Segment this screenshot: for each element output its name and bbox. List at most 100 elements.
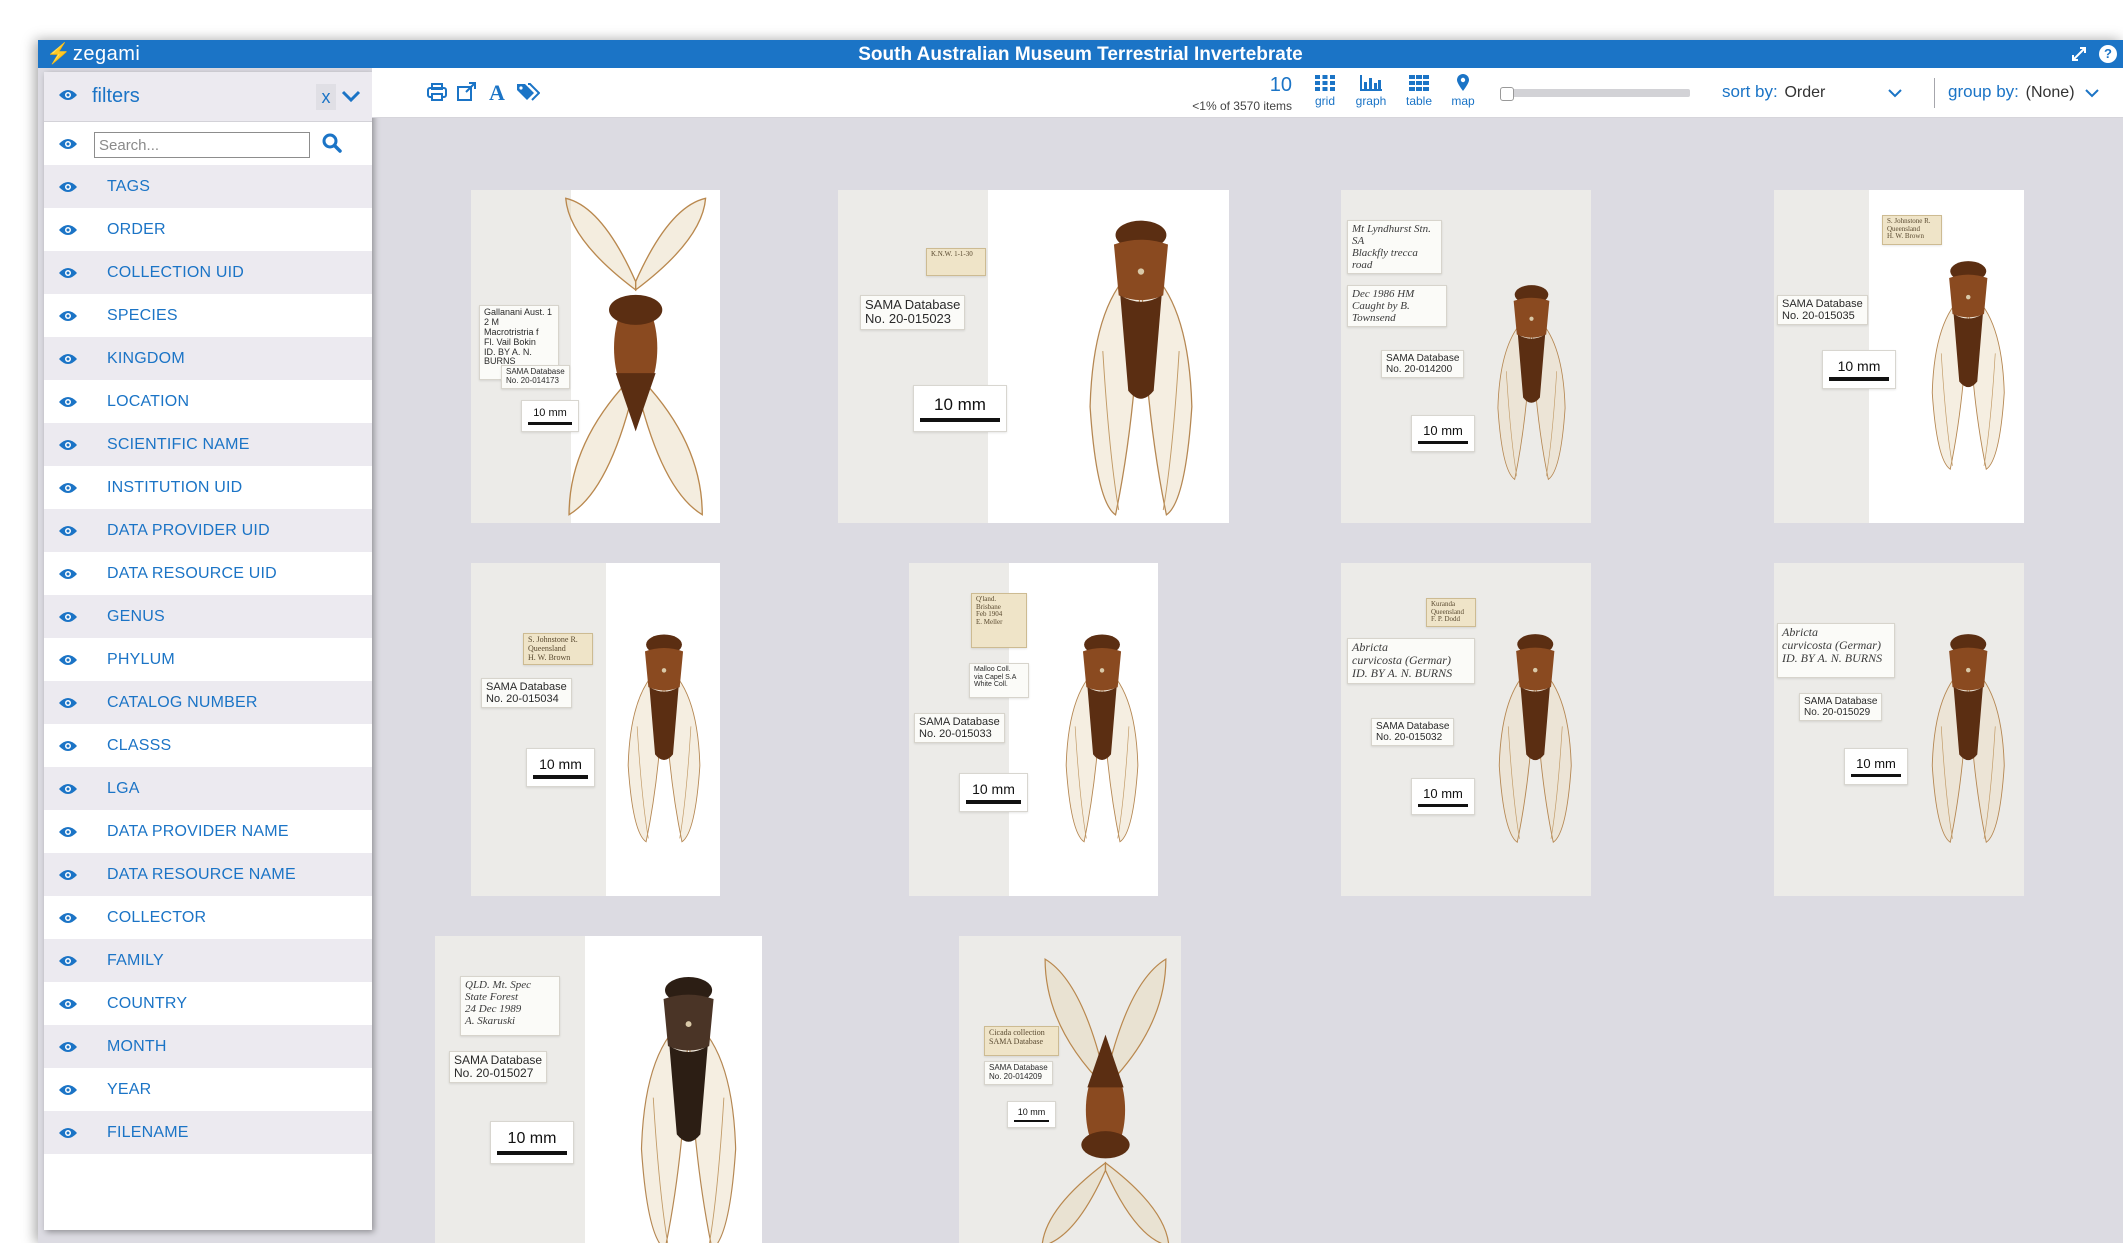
view-graph-button[interactable]: graph (1350, 74, 1392, 108)
database-label: SAMA Database No. 20-015032 (1371, 718, 1455, 746)
label-line: E. Meller (976, 618, 1003, 627)
scale-bar-label: 10 mm (490, 1121, 574, 1164)
label-line: SAMA Database (989, 1036, 1043, 1046)
zoom-handle[interactable] (1500, 87, 1514, 101)
database-label: SAMA Database No. 20-014209 (984, 1061, 1053, 1085)
specimen-label: Abricta curvicosta (Germar) ID. BY A. N. B… (1777, 623, 1895, 678)
label-line: White Coll. (974, 681, 1008, 689)
specimen-label: S. Johnstone R. Queensland H. W. Brown (523, 633, 593, 666)
database-number: No. 20-014209 (989, 1071, 1042, 1081)
specimen-label: Mt Lyndhurst Stn. SA Blackfly trecca road (1347, 220, 1442, 275)
label-line: Malloo Coll. (974, 666, 1011, 673)
specimen-label: S. Johnstone R. Queensland H. W. Brown (1882, 215, 1942, 245)
specimen-background (838, 190, 988, 523)
label-line: 24 Dec 1989 (465, 1003, 522, 1016)
cicada-specimen (1498, 634, 1572, 843)
scale-bar-label: 10 mm (526, 748, 595, 787)
group-by-dropdown[interactable]: group by: (None) (1948, 82, 2075, 102)
view-table-button[interactable]: table (1398, 74, 1440, 108)
specimen-card[interactable]: Q'land. Brisbane Feb 1904 E. Meller Malloo C… (909, 563, 1158, 896)
specimen-card[interactable]: S. Johnstone R. Queensland H. W. Brown SAMA… (471, 563, 720, 896)
view-graph-label: graph (1355, 94, 1387, 108)
scale-bar-label: 10 mm (959, 773, 1028, 812)
sort-by-label: sort by: (1722, 82, 1778, 101)
label-line: ID. BY A. N. BURNS (1352, 666, 1453, 681)
app-window: ⚡ zegami South Australian Museum Terrest… (38, 40, 2123, 1243)
chevron-down-icon[interactable] (2084, 86, 2100, 104)
label-line: K.N.W. 1-1-30 (931, 250, 973, 258)
eye-icon[interactable] (58, 88, 78, 107)
specimen-label: Malloo Coll. via Capel S.A White Coll. (969, 663, 1029, 698)
scale-bar (966, 800, 1021, 804)
chevron-down-icon[interactable] (340, 85, 364, 109)
scale-text: 10 mm (533, 407, 567, 419)
scale-text: 10 mm (934, 395, 986, 414)
sort-by-value: Order (1784, 84, 1826, 101)
tags-icon[interactable] (516, 82, 541, 104)
label-line: via Capel S.A (974, 673, 1017, 681)
grid-icon (1315, 75, 1335, 91)
database-label: SAMA Database No. 20-015034 (481, 678, 572, 709)
label-line: H. W. Brown (1887, 232, 1924, 241)
database-number: No. 20-015029 (1804, 707, 1871, 718)
scale-bar (497, 1151, 567, 1155)
specimen-label: Q'land. Brisbane Feb 1904 E. Meller (971, 593, 1027, 648)
specimen-card[interactable]: Mt Lyndhurst Stn. SA Blackfly trecca road… (1341, 190, 1591, 523)
zoom-slider[interactable] (1500, 87, 1690, 101)
external-link-icon[interactable] (456, 82, 480, 104)
cicada-specimen (1931, 634, 2005, 843)
database-label: SAMA Database No. 20-015033 (914, 713, 1005, 744)
cicada-specimen (627, 634, 701, 843)
print-icon[interactable] (426, 82, 450, 104)
specimen-card[interactable]: K.N.W. 1-1-30 SAMA Database No. 20-015023 1… (838, 190, 1229, 523)
specimen-card[interactable]: Abricta curvicosta (Germar) ID. BY A. N. B… (1774, 563, 2024, 896)
view-map-button[interactable]: map (1442, 74, 1484, 108)
view-table-label: table (1405, 94, 1433, 108)
scale-bar (1418, 804, 1468, 807)
label-line: State Forest (465, 991, 519, 1004)
scale-bar-label: 10 mm (1411, 778, 1475, 815)
filters-title: filters (92, 85, 140, 107)
toolbar-divider (1934, 78, 1935, 108)
label-line: Mt Lyndhurst Stn. SA (1352, 223, 1431, 248)
label-line: Blackfly trecca road (1352, 247, 1418, 272)
database-label: SAMA Database No. 20-015029 (1799, 693, 1883, 721)
scale-text: 10 mm (539, 756, 582, 772)
database-number: No. 20-015035 (1782, 310, 1855, 323)
zoom-track (1500, 89, 1690, 97)
specimen-background (471, 563, 606, 896)
sort-by-dropdown[interactable]: sort by: Order (1722, 82, 1825, 102)
specimen-card[interactable]: Kuranda Queensland F. P. Dodd Abricta curvic… (1341, 563, 1591, 896)
font-icon[interactable]: A (486, 80, 510, 105)
cicada-specimen (1065, 634, 1139, 843)
database-label-title: SAMA Database (1376, 721, 1450, 732)
database-number: No. 20-014200 (1386, 364, 1453, 375)
clear-filters-button[interactable]: x (316, 84, 336, 110)
table-icon (1409, 75, 1429, 91)
group-by-label: group by: (1948, 82, 2019, 101)
label-line: A. Skaruski (465, 1015, 516, 1028)
database-label-title: SAMA Database (865, 297, 961, 312)
label-line: Dec 1986 HM (1352, 288, 1415, 300)
scale-bar-label: 10 mm (1007, 1101, 1056, 1128)
database-label: SAMA Database No. 20-015035 (1777, 295, 1868, 326)
specimen-card[interactable]: Cicada collection SAMA Database SAMA Datab… (959, 936, 1181, 1243)
specimen-card[interactable]: S. Johnstone R. Queensland H. W. Brown SAMA… (1774, 190, 2024, 523)
scale-bar (1014, 1120, 1049, 1122)
scale-text: 10 mm (507, 1130, 557, 1147)
scale-text: 10 mm (1017, 1107, 1046, 1117)
expand-icon[interactable] (2069, 44, 2089, 64)
specimen-label: Abricta curvicosta (Germar) ID. BY A. N. B… (1347, 638, 1475, 684)
specimen-card[interactable]: QLD. Mt. Spec State Forest 24 Dec 1989 A. S… (435, 936, 762, 1243)
chevron-down-icon[interactable] (1887, 86, 1903, 104)
label-line: F. P. Dodd (1431, 615, 1461, 624)
cicada-specimen (1041, 958, 1170, 1243)
database-label: SAMA Database No. 20-015027 (449, 1051, 548, 1084)
scale-text: 10 mm (1423, 786, 1463, 801)
database-number: No. 20-015032 (1376, 732, 1443, 743)
help-icon[interactable]: ? (2099, 45, 2117, 63)
view-grid-button[interactable]: grid (1304, 74, 1346, 108)
specimen-card[interactable]: Gallanani Aust. 1 2 M Macrotristria f Fl. … (471, 190, 720, 523)
scale-bar (533, 775, 588, 779)
scale-text: 10 mm (1423, 423, 1463, 438)
